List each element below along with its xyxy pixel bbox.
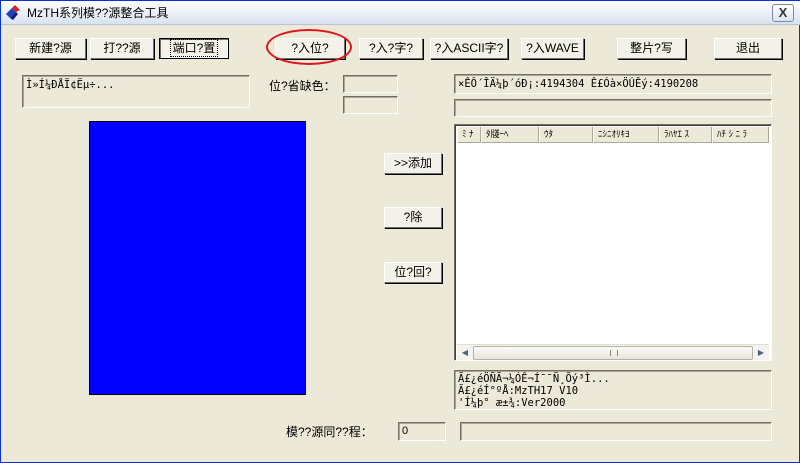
new-resource-button[interactable]: 新建?源 xyxy=(15,38,86,59)
window-title: MzTH系列模??源整合工具 xyxy=(27,6,169,20)
image-info-text: Ì»Í¼ÐÅÏ¢Ëµ÷... xyxy=(26,79,115,91)
column-header[interactable]: ｳﾀ xyxy=(539,127,593,143)
column-header[interactable]: ﾐ ﾅ xyxy=(457,127,481,143)
import-wave-button[interactable]: ?入WAVE xyxy=(521,38,584,59)
grip-icon xyxy=(610,350,618,356)
resource-list[interactable]: ﾐ ﾅ ﾀ牋ｰﾍ ｳﾀ ﾆｼﾆｵﾘｷﾖ ﾗﾊﾔｴ ｽ ﾊﾁ ｼ ﾆ ﾗ ◀ ▶ xyxy=(454,124,772,361)
port-settings-label: 端口?置 xyxy=(169,39,219,57)
sort-write-button[interactable]: 整片?写 xyxy=(617,38,686,59)
port-settings-button[interactable]: 端口?置 xyxy=(159,38,229,59)
import-ascii-label: ?入ASCII字? xyxy=(434,41,504,55)
add-label: >>添加 xyxy=(393,156,433,170)
space-info-box: ×ÊÔ´ÎÄ¼þ´óÐ¡:4194304 Ê£Óà×ÖÚÊý:4190208 xyxy=(454,74,772,94)
import-font-label: ?入?字? xyxy=(368,41,414,55)
module-status-box: Ã£¿éÖÑÃ¬¼ÓÊ¬Í¯¯Ñ¸Õý³Ì... Ã£¿éÍ°ºÅ:MzTH17… xyxy=(454,370,772,410)
bitmap-back-button[interactable]: 位?回? xyxy=(384,262,442,283)
highlight-ellipse xyxy=(266,29,352,65)
open-resource-button[interactable]: 打??源 xyxy=(90,38,154,59)
horizontal-scrollbar[interactable]: ◀ ▶ xyxy=(457,344,769,360)
default-color-field-2[interactable] xyxy=(343,96,398,114)
delete-label: ?除 xyxy=(403,210,423,224)
close-icon[interactable]: X xyxy=(772,4,794,22)
sync-progress-bar xyxy=(460,422,772,441)
column-header[interactable]: ﾗﾊﾔｴ ｽ xyxy=(659,127,712,143)
delete-button[interactable]: ?除 xyxy=(384,207,442,228)
list-header: ﾐ ﾅ ﾀ牋ｰﾍ ｳﾀ ﾆｼﾆｵﾘｷﾖ ﾗﾊﾔｴ ｽ ﾊﾁ ｼ ﾆ ﾗ xyxy=(457,127,769,143)
column-header[interactable]: ﾆｼﾆｵﾘｷﾖ xyxy=(593,127,659,143)
exit-button[interactable]: 退出 xyxy=(714,38,782,59)
app-window: MzTH系列模??源整合工具 X 新建?源 打??源 端口?置 ?入位? ?入?… xyxy=(0,0,800,463)
new-resource-label: 新建?源 xyxy=(29,41,72,55)
space-info-text: ×ÊÔ´ÎÄ¼þ´óÐ¡:4194304 Ê£Óà×ÖÚÊý:4190208 xyxy=(458,78,699,90)
status-line: Ã£¿éÍ°ºÅ:MzTH17 V10 xyxy=(458,385,579,397)
resource-name-field[interactable] xyxy=(454,99,772,117)
status-line: Ã£¿éÖÑÃ¬¼ÓÊ¬Í¯¯Ñ¸Õý³Ì... xyxy=(458,373,610,385)
exit-label: 退出 xyxy=(735,41,760,55)
column-header[interactable]: ﾊﾁ ｼ ﾆ ﾗ xyxy=(712,127,769,143)
title-bar[interactable]: MzTH系列模??源整合工具 X xyxy=(1,1,800,25)
progress-value: 0 xyxy=(402,425,409,437)
sort-write-label: 整片?写 xyxy=(630,41,673,55)
bitmap-back-label: 位?回? xyxy=(394,265,432,279)
scroll-right-icon[interactable]: ▶ xyxy=(754,346,768,360)
column-header[interactable]: ﾀ牋ｰﾍ xyxy=(481,127,539,143)
scroll-thumb[interactable] xyxy=(473,346,753,360)
app-icon xyxy=(5,5,21,21)
open-resource-label: 打??源 xyxy=(103,41,141,55)
import-ascii-button[interactable]: ?入ASCII字? xyxy=(430,38,508,59)
bitmap-preview xyxy=(89,121,306,395)
status-line: 'Í¼þ° æ±¾:Ver2000 xyxy=(458,397,566,409)
image-info-box: Ì»Í¼ÐÅÏ¢Ëµ÷... xyxy=(22,75,250,108)
add-button[interactable]: >>添加 xyxy=(384,153,442,174)
default-color-field[interactable] xyxy=(343,75,398,93)
progress-value-field: 0 xyxy=(398,422,446,441)
import-wave-label: ?入WAVE xyxy=(526,41,579,55)
default-color-label: 位?省缺色： xyxy=(269,79,336,93)
scroll-left-icon[interactable]: ◀ xyxy=(458,346,472,360)
import-font-button[interactable]: ?入?字? xyxy=(359,38,423,59)
sync-process-label: 模??源同??程： xyxy=(286,425,373,439)
